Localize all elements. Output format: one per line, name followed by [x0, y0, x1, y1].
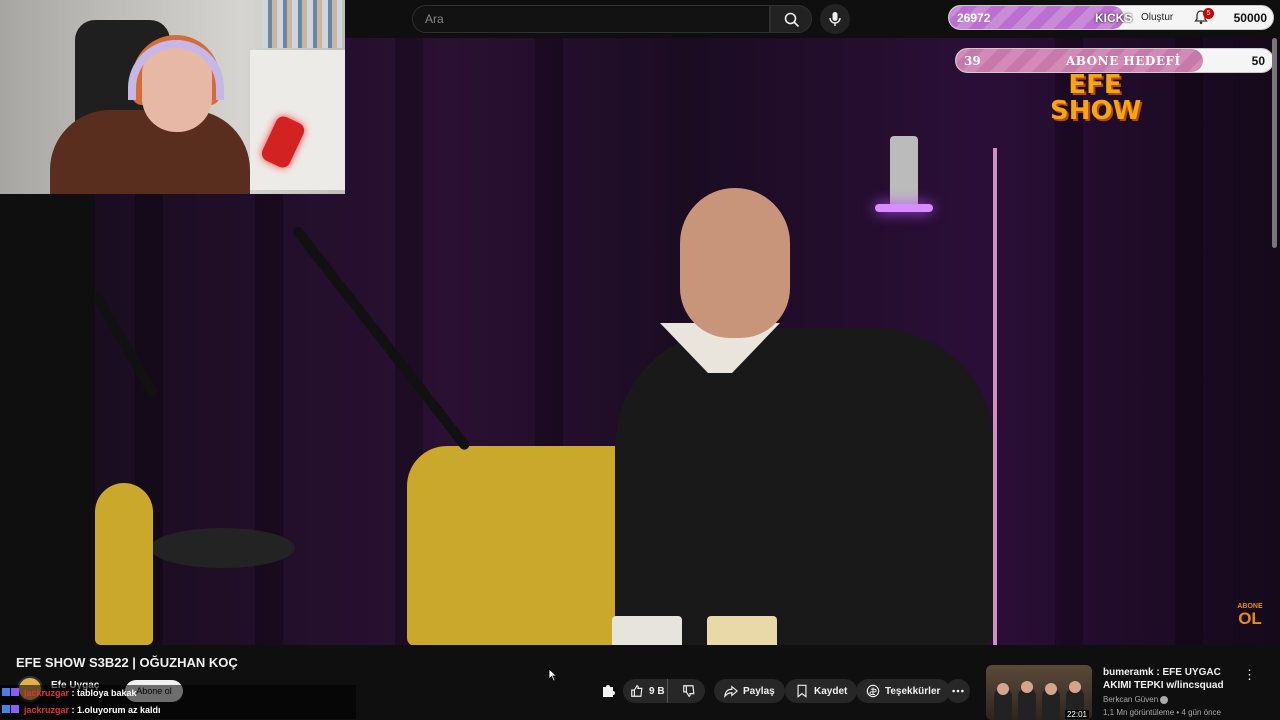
more-horizontal-icon [952, 689, 964, 693]
thanks-button[interactable]: Teşekkürler [856, 679, 951, 703]
webcam-overlay [0, 0, 345, 194]
save-button[interactable]: Kaydet [785, 679, 858, 703]
kicks-goal-bar: 26972 KICKS 50000 [948, 5, 1274, 30]
thumb-face [1045, 683, 1057, 695]
video-title: EFE SHOW S3B22 | OĞUZHAN KOÇ [16, 655, 238, 670]
goal-label: ABONE HEDEFİ [1066, 54, 1181, 68]
thanks-icon [866, 684, 880, 698]
bookmark-icon [797, 684, 807, 698]
badge-icon [2, 705, 10, 713]
badge-icon [11, 688, 19, 696]
thumbs-down-icon [683, 685, 695, 697]
share-label: Paylaş [743, 685, 775, 697]
chat-text: : tabloya bakak [69, 688, 137, 698]
mic-arm [291, 224, 472, 452]
thumb-face [1069, 681, 1081, 693]
search-icon [784, 12, 800, 28]
efe-show-logo: EFE SHOW [1050, 72, 1142, 126]
verified-icon [1160, 695, 1169, 704]
more-actions-button[interactable] [946, 679, 970, 703]
left-chair [95, 483, 153, 645]
chat-message: jackruzgar : tabloya bakak [2, 688, 137, 698]
chat-message: jackruzgar : 1.oluyorum az kaldı [2, 705, 161, 715]
like-count: 9 B [649, 685, 665, 697]
guest-body [615, 328, 995, 645]
badge-icon [2, 688, 10, 696]
thumbs-up-icon [631, 685, 643, 697]
webcam-shelf-items [262, 0, 342, 48]
subscriber-goal-bar: 39 ABONE HEDEFİ 50 [955, 48, 1274, 73]
chat-badges [2, 688, 24, 698]
curtain-fold [1055, 38, 1083, 645]
microphone-icon [829, 12, 841, 26]
kicks-label: KICKS [1095, 11, 1133, 25]
chat-overlay: jackruzgar : tabloya bakak jackruzgar : … [0, 685, 356, 719]
webcam-cabinet [250, 50, 345, 190]
notification-badge: 5 [1203, 8, 1214, 19]
share-button[interactable]: Paylaş [714, 679, 785, 703]
create-button[interactable]: Oluştur [1141, 12, 1173, 23]
voice-search-button[interactable] [820, 4, 850, 34]
recommended-channel[interactable]: Berkcan Güven [1103, 695, 1169, 704]
share-icon [724, 685, 738, 698]
curtain-fold [1175, 38, 1203, 645]
more-vertical-icon[interactable]: ⋮ [1243, 667, 1256, 683]
thumb-face [1021, 681, 1033, 693]
puzzle-icon[interactable] [600, 683, 616, 699]
logo-line-2: SHOW [1050, 96, 1142, 126]
recommended-channel-name: Berkcan Güven [1103, 695, 1159, 704]
dislike-button[interactable] [673, 679, 705, 703]
mug [707, 616, 777, 645]
recommended-video-meta: 1,1 Mn görüntüleme • 4 gün önce [1103, 708, 1221, 717]
chat-badges [2, 705, 24, 715]
mug [612, 616, 682, 645]
chat-username: jackruzgar [24, 705, 70, 715]
scrollbar[interactable] [1272, 38, 1277, 248]
badge-big-text: OL [1238, 609, 1262, 628]
subscribe-corner-badge: ABONE OL [1232, 603, 1268, 627]
like-button[interactable]: 9 B [623, 679, 669, 703]
search-button[interactable] [770, 5, 812, 33]
kicks-current-value: 26972 [957, 11, 991, 25]
guest-head [680, 188, 790, 338]
save-label: Kaydet [814, 685, 848, 697]
mouse-cursor-icon [548, 668, 558, 682]
chat-text: : 1.oluyorum az kaldı [69, 705, 161, 715]
search-input[interactable]: Ara [412, 5, 770, 33]
goal-current-value: 39 [964, 54, 981, 68]
recommended-video-thumbnail[interactable]: 22:01 [986, 665, 1092, 720]
webcam-streamer-body [50, 110, 250, 194]
chat-username: jackruzgar [24, 688, 70, 698]
recommended-video-title[interactable]: bumeramk : EFE UYGAC AKIMI TEPKI w/lincs… [1103, 666, 1238, 692]
lamp-glow [875, 204, 933, 212]
goal-target-value: 50 [1251, 54, 1265, 68]
thumb-face [997, 683, 1009, 695]
side-table [150, 528, 295, 568]
lamp-pole [993, 148, 997, 645]
kicks-target-value: 50000 [1233, 11, 1267, 25]
video-duration: 22:01 [1064, 710, 1089, 719]
badge-icon [11, 705, 19, 713]
like-dislike-group: 9 B [623, 679, 705, 703]
thanks-label: Teşekkürler [885, 685, 941, 697]
lamp-head [890, 136, 918, 208]
